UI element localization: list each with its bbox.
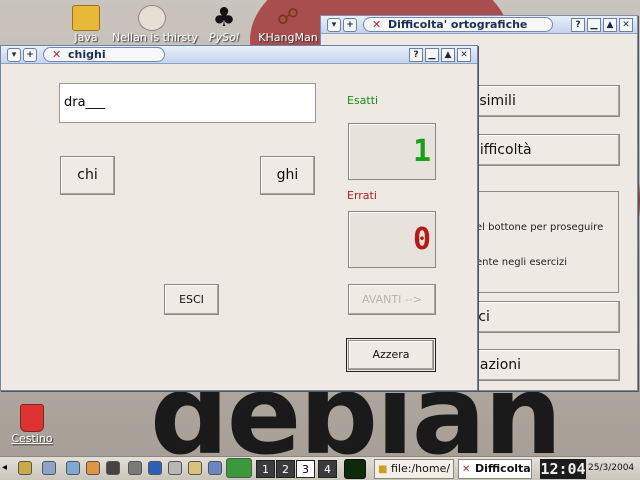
kde-menu-icon[interactable] bbox=[18, 461, 32, 475]
clock[interactable]: 12:04 bbox=[540, 459, 586, 479]
taskbar: ◂ 1 2 3 4 ■ file:/home/ ✕ Difficolta 12:… bbox=[0, 456, 640, 480]
desktop-icon-khangman[interactable]: ☍ KHangMan bbox=[248, 5, 328, 44]
bg-esci-button[interactable]: sci bbox=[464, 301, 620, 333]
task-label: Difficolta bbox=[475, 462, 531, 475]
club-card-icon: ♣ bbox=[212, 3, 236, 33]
window-title: ✕ chighi bbox=[43, 47, 165, 62]
network-icon[interactable] bbox=[208, 461, 222, 475]
desktop-icon-label: KHangMan bbox=[258, 31, 318, 44]
choice-chi-button[interactable]: chi bbox=[60, 156, 115, 195]
cat-icon bbox=[138, 5, 166, 31]
titlebar[interactable]: ▾ + ✕ chighi ? ▁ ▲ ✕ bbox=[1, 46, 477, 64]
pager-desktop-3[interactable]: 3 bbox=[296, 460, 315, 478]
instructions-panel: el bottone per proseguire ente negli ese… bbox=[471, 191, 619, 293]
date: 25/3/2004 bbox=[588, 463, 635, 473]
sticky-icon[interactable]: + bbox=[343, 18, 357, 32]
search-icon[interactable] bbox=[168, 461, 182, 475]
desktop-icon-trash[interactable]: Cestino bbox=[0, 404, 72, 445]
task-file-manager[interactable]: ■ file:/home/ bbox=[374, 459, 454, 479]
settings-icon[interactable] bbox=[128, 461, 142, 475]
close-icon[interactable]: ✕ bbox=[619, 18, 633, 32]
close-icon[interactable]: ✕ bbox=[457, 48, 471, 62]
azzera-button[interactable]: Azzera bbox=[346, 338, 436, 372]
esatti-counter: 1 bbox=[348, 123, 436, 180]
errati-counter: 0 bbox=[348, 211, 436, 268]
app-x-icon: ✕ bbox=[372, 18, 382, 31]
hangman-icon: ☍ bbox=[276, 5, 300, 30]
editor-icon[interactable] bbox=[148, 461, 162, 475]
task-label: file:/home/ bbox=[391, 462, 451, 475]
pager-desktop-4[interactable]: 4 bbox=[318, 460, 337, 478]
window-title: ✕ Difficolta' ortografiche bbox=[363, 17, 553, 32]
desktop-icon-label: Nellan is thirsty bbox=[112, 31, 199, 44]
task-difficolta[interactable]: ✕ Difficolta bbox=[458, 459, 532, 479]
folder-icon: ■ bbox=[378, 464, 388, 475]
pen-icon[interactable] bbox=[188, 461, 202, 475]
sticky-icon[interactable]: + bbox=[23, 48, 37, 62]
app-x-icon: ✕ bbox=[52, 48, 62, 61]
help-icon[interactable]: ? bbox=[409, 48, 423, 62]
choice-ghi-button[interactable]: ghi bbox=[260, 156, 315, 195]
titlebar[interactable]: ▾ + ✕ Difficolta' ortografiche ? ▁ ▲ ✕ bbox=[321, 16, 637, 34]
window-menu-icon[interactable]: ▾ bbox=[327, 18, 341, 32]
avanti-button[interactable]: AVANTI --> bbox=[348, 284, 436, 315]
browser-icon[interactable] bbox=[86, 461, 100, 475]
instructions-line: ente negli esercizi bbox=[476, 257, 568, 268]
errati-label: Errati bbox=[347, 189, 377, 202]
pager-desktop-2[interactable]: 2 bbox=[276, 460, 295, 478]
desktop-icon-nellan[interactable]: Nellan is thirsty bbox=[112, 5, 199, 44]
window-title-text: Difficolta' ortografiche bbox=[388, 18, 528, 31]
pager-desktop-1[interactable]: 1 bbox=[256, 460, 275, 478]
folder-icon bbox=[72, 5, 100, 31]
terminal-icon[interactable] bbox=[106, 461, 120, 475]
trash-icon bbox=[20, 404, 44, 432]
panel-left-arrow-icon[interactable]: ◂ bbox=[2, 461, 10, 475]
desktop-icon-launcher[interactable] bbox=[42, 461, 56, 475]
esci-button[interactable]: ESCI bbox=[164, 284, 219, 315]
help-icon[interactable]: ? bbox=[571, 18, 585, 32]
difficolta-button[interactable]: difficoltà bbox=[464, 134, 620, 166]
word-display: dra___ bbox=[59, 83, 316, 123]
instructions-line: el bottone per proseguire bbox=[476, 222, 604, 233]
maximize-icon[interactable]: ▲ bbox=[603, 18, 617, 32]
home-folder-icon[interactable] bbox=[66, 461, 80, 475]
desktop-icon-label: Cestino bbox=[11, 432, 53, 445]
window-title-text: chighi bbox=[68, 48, 106, 61]
informazioni-button[interactable]: nazioni bbox=[464, 349, 620, 381]
app-x-icon: ✕ bbox=[462, 464, 471, 475]
window-chighi: ▾ + ✕ chighi ? ▁ ▲ ✕ dra___ chi ghi Esat… bbox=[0, 45, 478, 391]
maximize-icon[interactable]: ▲ bbox=[441, 48, 455, 62]
window-menu-icon[interactable]: ▾ bbox=[7, 48, 21, 62]
minimize-icon[interactable]: ▁ bbox=[425, 48, 439, 62]
package-manager-icon[interactable] bbox=[226, 458, 252, 478]
minimize-icon[interactable]: ▁ bbox=[587, 18, 601, 32]
cpu-monitor-icon bbox=[344, 459, 366, 479]
esatti-label: Esatti bbox=[347, 94, 379, 107]
simili-button[interactable]: i simili bbox=[464, 85, 620, 117]
